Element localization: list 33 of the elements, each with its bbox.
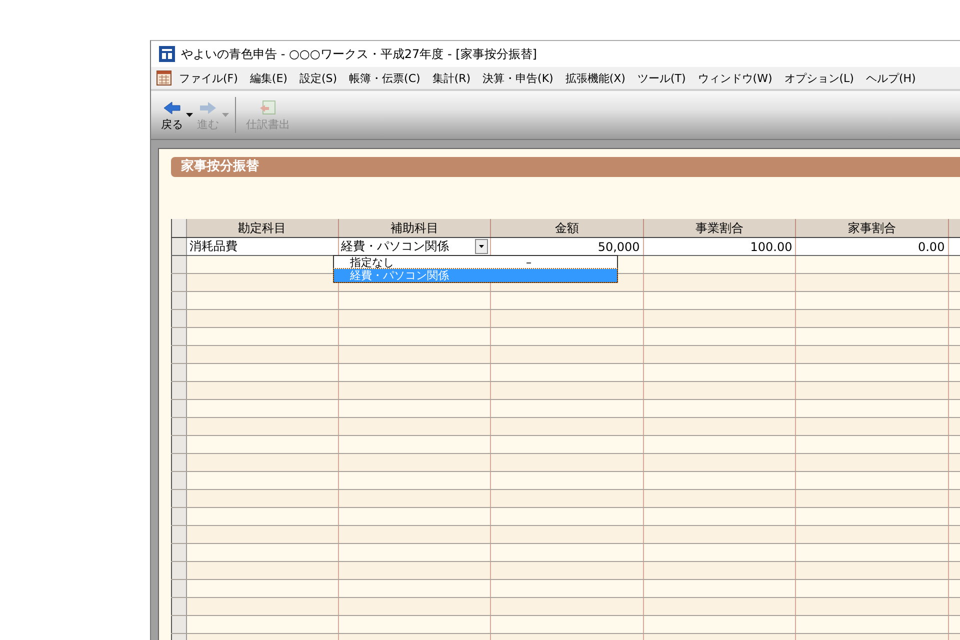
caret-icon (479, 245, 484, 248)
column-header[interactable]: 勘定科目 (186, 219, 338, 238)
table-cell: 50,000 (490, 238, 644, 256)
document-icon (259, 100, 277, 116)
panel-header: 家事按分振替 (171, 157, 960, 177)
table-cell: 消耗品費 (186, 238, 338, 256)
menu-item[interactable]: 帳簿・伝票(C) (344, 70, 426, 86)
column-header[interactable]: 事業割合 (643, 219, 796, 238)
column-header[interactable]: 家事割合 (796, 219, 948, 238)
caret-icon (186, 112, 193, 116)
window-title: やよいの青色申告 - ○○○ワークス・平成27年度 - [家事按分振替] (181, 46, 537, 62)
column-header[interactable]: 金額 (490, 219, 644, 238)
table-cell: 100.00 (643, 238, 796, 256)
right-arrow-icon (199, 100, 217, 114)
toolbar-button[interactable]: 戻る (157, 98, 193, 132)
dropdown-option[interactable]: 指定なし – (334, 256, 617, 269)
menu-item[interactable]: ファイル(F) (174, 70, 243, 86)
menu-item[interactable]: 集計(R) (427, 70, 476, 86)
column-header[interactable]: 補助科目 (338, 219, 491, 238)
menu-item[interactable]: オプション(L) (779, 70, 859, 86)
menu-item[interactable]: 拡張機能(X) (560, 70, 630, 86)
calendar-icon[interactable] (156, 70, 172, 86)
menu-item[interactable]: ツール(T) (632, 70, 691, 86)
table-cell: 0.00 (796, 238, 948, 256)
left-arrow-icon (163, 100, 181, 114)
menu-item[interactable]: ウィンドウ(W) (692, 70, 778, 86)
caret-icon (222, 112, 229, 116)
dropdown-field[interactable]: 経費・パソコン関係 (338, 238, 490, 255)
menu-item[interactable]: 決算・申告(K) (478, 70, 558, 86)
menu-item[interactable]: 設定(S) (294, 70, 342, 86)
menu-item[interactable]: 編集(E) (244, 70, 292, 86)
app-logo-icon (159, 46, 175, 62)
menu-item[interactable]: ヘルプ(H) (860, 70, 921, 86)
